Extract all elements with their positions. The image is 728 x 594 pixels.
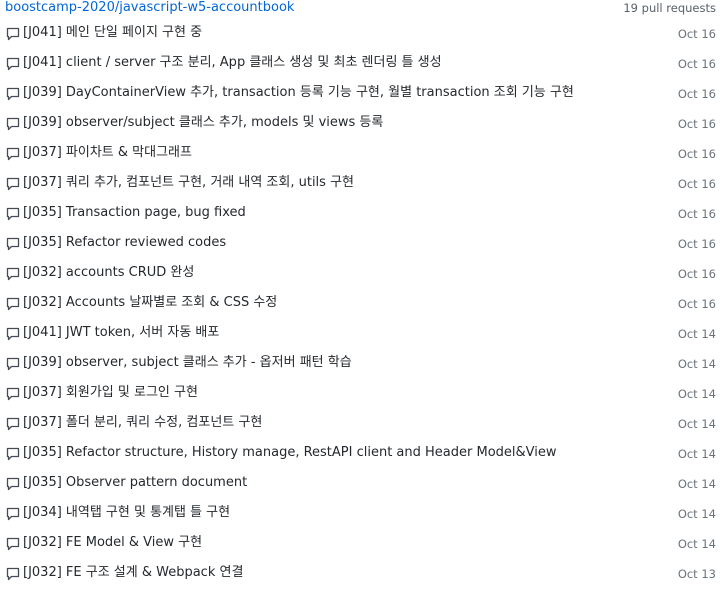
comment-icon	[6, 117, 20, 131]
comment-icon	[6, 567, 20, 581]
pull-request-row[interactable]: [J037] 쿼리 추가, 컴포넌트 구현, 거래 내역 조회, utils 구…	[0, 174, 728, 204]
pull-request-date: Oct 16	[677, 177, 716, 191]
pull-request-date: Oct 16	[677, 147, 716, 161]
pull-request-count: 19 pull requests	[623, 1, 716, 15]
comment-icon	[6, 147, 20, 161]
pull-request-row[interactable]: [J039] observer/subject 클래스 추가, models 및…	[0, 114, 728, 144]
pull-request-title[interactable]: [J037] 쿼리 추가, 컴포넌트 구현, 거래 내역 조회, utils 구…	[23, 174, 354, 192]
pull-request-date: Oct 16	[677, 117, 716, 131]
pull-request-date: Oct 14	[677, 387, 716, 401]
comment-icon	[6, 447, 20, 461]
pull-request-date: Oct 16	[677, 267, 716, 281]
pull-request-title[interactable]: [J039] DayContainerView 추가, transaction …	[23, 84, 574, 102]
pull-request-row[interactable]: [J041] client / server 구조 분리, App 클래스 생성…	[0, 54, 728, 84]
pull-request-row[interactable]: [J037] 회원가입 및 로그인 구현 Oct 14	[0, 384, 728, 414]
comment-icon	[6, 417, 20, 431]
pull-request-title[interactable]: [J035] Refactor reviewed codes	[23, 234, 226, 252]
pull-request-date: Oct 14	[677, 357, 716, 371]
repo-link[interactable]: boostcamp-2020/javascript-w5-accountbook	[5, 0, 294, 16]
comment-icon	[6, 357, 20, 371]
pull-request-date: Oct 14	[677, 477, 716, 491]
pull-request-row[interactable]: [J034] 내역탭 구현 및 통계탭 틀 구현 Oct 14	[0, 504, 728, 534]
pull-request-title[interactable]: [J037] 회원가입 및 로그인 구현	[23, 384, 198, 402]
pull-request-date: Oct 16	[677, 297, 716, 311]
pull-request-title[interactable]: [J032] FE 구조 설계 & Webpack 연결	[23, 564, 243, 582]
pull-request-title[interactable]: [J032] Accounts 날짜별로 조회 & CSS 수정	[23, 294, 277, 312]
pull-request-row[interactable]: [J035] Refactor reviewed codes Oct 16	[0, 234, 728, 264]
comment-icon	[6, 267, 20, 281]
pull-request-title[interactable]: [J032] FE Model & View 구현	[23, 534, 202, 552]
pull-request-list: [J041] 메인 단일 페이지 구현 중 Oct 16 [J041] client…	[0, 24, 728, 594]
pull-request-row[interactable]: [J032] FE Model & View 구현 Oct 14	[0, 534, 728, 564]
pull-request-title[interactable]: [J037] 파이차트 & 막대그래프	[23, 144, 192, 162]
pull-request-date: Oct 16	[677, 237, 716, 251]
pull-request-row[interactable]: [J032] accounts CRUD 완성 Oct 16	[0, 264, 728, 294]
pull-request-row[interactable]: [J032] FE 구조 설계 & Webpack 연결 Oct 13	[0, 564, 728, 594]
pull-request-row[interactable]: [J032] Accounts 날짜별로 조회 & CSS 수정 Oct 16	[0, 294, 728, 324]
pull-request-date: Oct 14	[677, 507, 716, 521]
pull-request-date: Oct 16	[677, 87, 716, 101]
pull-request-title[interactable]: [J041] client / server 구조 분리, App 클래스 생성…	[23, 54, 442, 72]
pull-request-date: Oct 14	[677, 327, 716, 341]
pull-request-row[interactable]: [J041] JWT token, 서버 자동 배포 Oct 14	[0, 324, 728, 354]
comment-icon	[6, 177, 20, 191]
pull-request-title[interactable]: [J035] Refactor structure, History manag…	[23, 444, 557, 462]
comment-icon	[6, 297, 20, 311]
pull-request-date: Oct 16	[677, 207, 716, 221]
pull-request-row[interactable]: [J035] Observer pattern document Oct 14	[0, 474, 728, 504]
comment-icon	[6, 537, 20, 551]
pull-request-row[interactable]: [J037] 파이차트 & 막대그래프 Oct 16	[0, 144, 728, 174]
pull-request-row[interactable]: [J037] 폴더 분리, 쿼리 수정, 컴포넌트 구현 Oct 14	[0, 414, 728, 444]
pull-request-title[interactable]: [J032] accounts CRUD 완성	[23, 264, 194, 282]
comment-icon	[6, 27, 20, 41]
pull-request-row[interactable]: [J035] Transaction page, bug fixed Oct 16	[0, 204, 728, 234]
pull-request-title[interactable]: [J034] 내역탭 구현 및 통계탭 틀 구현	[23, 504, 230, 522]
pull-request-row[interactable]: [J041] 메인 단일 페이지 구현 중 Oct 16	[0, 24, 728, 54]
comment-icon	[6, 477, 20, 491]
pull-request-title[interactable]: [J041] JWT token, 서버 자동 배포	[23, 324, 219, 342]
pull-request-title[interactable]: [J039] observer/subject 클래스 추가, models 및…	[23, 114, 383, 132]
pull-request-row[interactable]: [J039] observer, subject 클래스 추가 - 옵저버 패턴…	[0, 354, 728, 384]
pull-request-date: Oct 14	[677, 537, 716, 551]
pull-request-row[interactable]: [J035] Refactor structure, History manag…	[0, 444, 728, 474]
repo-header: boostcamp-2020/javascript-w5-accountbook…	[0, 0, 728, 16]
pull-request-title[interactable]: [J039] observer, subject 클래스 추가 - 옵저버 패턴…	[23, 354, 352, 372]
pull-request-title[interactable]: [J037] 폴더 분리, 쿼리 수정, 컴포넌트 구현	[23, 414, 262, 432]
pull-request-row[interactable]: [J039] DayContainerView 추가, transaction …	[0, 84, 728, 114]
pull-request-date: Oct 14	[677, 447, 716, 461]
comment-icon	[6, 87, 20, 101]
comment-icon	[6, 237, 20, 251]
comment-icon	[6, 57, 20, 71]
pull-request-date: Oct 16	[677, 27, 716, 41]
pull-request-title[interactable]: [J035] Transaction page, bug fixed	[23, 204, 246, 222]
comment-icon	[6, 507, 20, 521]
pull-request-date: Oct 13	[677, 567, 716, 581]
pull-request-title[interactable]: [J035] Observer pattern document	[23, 474, 247, 492]
comment-icon	[6, 327, 20, 341]
pull-request-title[interactable]: [J041] 메인 단일 페이지 구현 중	[23, 24, 202, 42]
pull-request-date: Oct 14	[677, 417, 716, 431]
pull-request-date: Oct 16	[677, 57, 716, 71]
comment-icon	[6, 207, 20, 221]
comment-icon	[6, 387, 20, 401]
